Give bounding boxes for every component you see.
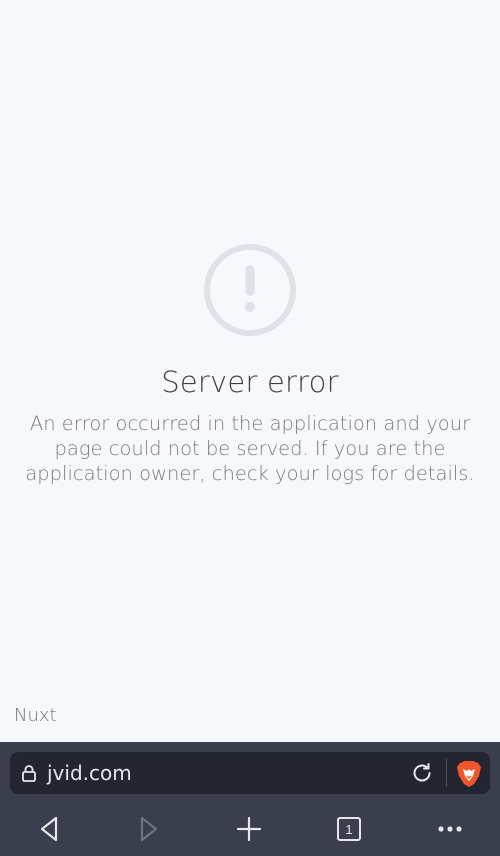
forward-button[interactable] <box>129 812 169 846</box>
toolbar-divider <box>446 759 447 787</box>
error-page: Server error An error occurred in the ap… <box>0 0 500 742</box>
url-text[interactable]: jvid.com <box>47 761 132 785</box>
tabs-button[interactable]: 1 <box>329 812 369 846</box>
tab-count: 1 <box>345 822 352 837</box>
more-button[interactable] <box>430 812 470 846</box>
tabs-icon: 1 <box>337 817 361 841</box>
exclamation-circle-icon <box>204 244 296 336</box>
lock-icon <box>22 765 36 782</box>
error-title: Server error <box>161 365 339 399</box>
address-bar[interactable]: jvid.com <box>10 752 490 794</box>
more-icon <box>438 826 462 832</box>
forward-icon <box>140 816 158 842</box>
nuxt-brand: Nuxt <box>14 705 57 726</box>
back-icon <box>40 816 58 842</box>
reload-icon[interactable] <box>410 761 434 785</box>
browser-toolbar: jvid.com 1 <box>0 742 500 856</box>
new-tab-icon <box>236 816 262 842</box>
new-tab-button[interactable] <box>229 812 269 846</box>
brave-lion-icon[interactable] <box>456 760 482 788</box>
back-button[interactable] <box>29 812 69 846</box>
error-description: An error occurred in the application and… <box>25 412 475 485</box>
